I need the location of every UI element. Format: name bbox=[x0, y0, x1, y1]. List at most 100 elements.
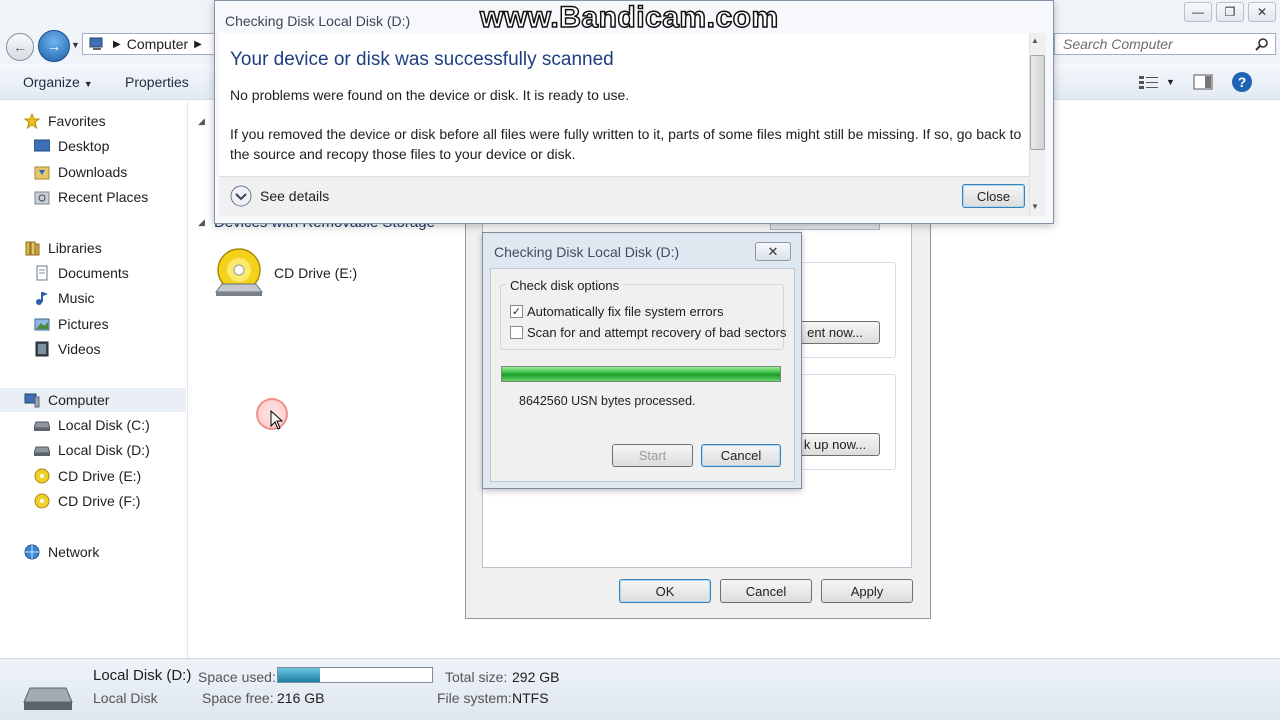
nav-recent-places[interactable]: Recent Places bbox=[0, 185, 186, 209]
recent-places-icon bbox=[34, 189, 50, 205]
cd-drive-icon bbox=[34, 468, 50, 484]
preview-pane-icon[interactable] bbox=[1193, 74, 1213, 90]
check-disk-cancel-button[interactable]: Cancel bbox=[701, 444, 781, 467]
pictures-icon bbox=[34, 316, 50, 332]
space-used-label: Space used: bbox=[198, 669, 276, 685]
star-icon bbox=[24, 113, 40, 129]
details-type: Local Disk bbox=[93, 690, 158, 706]
space-used-fill bbox=[278, 668, 320, 682]
ok-button[interactable]: OK bbox=[619, 579, 711, 603]
nav-documents[interactable]: Documents bbox=[0, 261, 186, 285]
nav-favorites[interactable]: Favorites bbox=[0, 109, 186, 133]
watermark: www.Bandicam.com bbox=[479, 0, 779, 35]
view-controls: ▼ ? bbox=[1138, 71, 1253, 93]
address-bar[interactable]: ▶ Computer ▶ bbox=[82, 33, 220, 55]
scroll-thumb[interactable] bbox=[1030, 55, 1045, 150]
check-disk-progress-bar bbox=[501, 366, 781, 382]
collapse-group-icon[interactable]: ◢ bbox=[198, 116, 205, 127]
check-disk-progress-fill bbox=[502, 367, 780, 381]
checkbox-unchecked-icon[interactable] bbox=[510, 326, 523, 339]
maximize-icon[interactable]: ❐ bbox=[1216, 2, 1244, 22]
total-size-value: 292 GB bbox=[512, 669, 560, 685]
properties-button[interactable]: Properties bbox=[125, 74, 189, 90]
forward-button[interactable]: → bbox=[38, 30, 70, 62]
search-placeholder: Search Computer bbox=[1063, 36, 1173, 52]
details-pane bbox=[0, 658, 1280, 720]
space-free-label: Space free: bbox=[202, 690, 274, 706]
window-controls: — ❐ ✕ bbox=[1184, 2, 1276, 22]
back-button[interactable]: ← bbox=[6, 33, 34, 61]
mouse-cursor-icon bbox=[270, 410, 284, 430]
libraries-icon bbox=[24, 240, 40, 256]
computer-icon bbox=[24, 392, 40, 408]
space-free-value: 216 GB bbox=[277, 690, 325, 706]
nav-local-disk-d[interactable]: Local Disk (D:) bbox=[0, 438, 186, 462]
see-details-toggle[interactable]: See details bbox=[230, 185, 329, 207]
search-icon[interactable] bbox=[1255, 37, 1269, 51]
scan-result-warning: If you removed the device or disk before… bbox=[230, 126, 1022, 162]
nav-network[interactable]: Network bbox=[0, 540, 186, 564]
nav-pictures[interactable]: Pictures bbox=[0, 312, 186, 336]
desktop-icon bbox=[34, 138, 50, 154]
apply-button[interactable]: Apply bbox=[821, 579, 913, 603]
breadcrumb-chevron-icon[interactable]: ▶ bbox=[194, 39, 202, 50]
nav-local-disk-c[interactable]: Local Disk (C:) bbox=[0, 413, 186, 437]
file-system-value: NTFS bbox=[512, 690, 549, 706]
scroll-up-icon[interactable]: ▲ bbox=[1031, 36, 1039, 45]
scan-result-footer bbox=[219, 176, 1029, 216]
nav-desktop[interactable]: Desktop bbox=[0, 134, 186, 158]
total-size-label: Total size: bbox=[445, 669, 508, 685]
auto-fix-option[interactable]: ✓ Automatically fix file system errors bbox=[510, 304, 724, 319]
minimize-icon[interactable]: — bbox=[1184, 2, 1212, 22]
nav-videos[interactable]: Videos bbox=[0, 337, 186, 361]
view-dropdown-icon[interactable]: ▼ bbox=[1166, 77, 1175, 87]
start-button[interactable]: Start bbox=[612, 444, 693, 467]
organize-button[interactable]: Organize ▼ bbox=[23, 74, 93, 90]
breadcrumb-computer[interactable]: Computer bbox=[127, 36, 188, 52]
scan-result-message: No problems were found on the device or … bbox=[230, 87, 630, 103]
downloads-folder-icon bbox=[34, 164, 50, 180]
nav-music[interactable]: Music bbox=[0, 286, 186, 310]
collapse-group-icon[interactable]: ◢ bbox=[198, 217, 205, 228]
nav-downloads[interactable]: Downloads bbox=[0, 160, 186, 184]
search-input[interactable]: Search Computer bbox=[1054, 33, 1276, 55]
nav-cd-drive-f[interactable]: CD Drive (F:) bbox=[0, 489, 186, 513]
scan-bad-sectors-option[interactable]: Scan for and attempt recovery of bad sec… bbox=[510, 325, 786, 340]
file-system-label: File system: bbox=[437, 690, 512, 706]
hard-drive-icon bbox=[34, 442, 50, 458]
close-icon[interactable]: ✕ bbox=[1248, 2, 1276, 22]
scan-result-heading: Your device or disk was successfully sca… bbox=[230, 49, 614, 70]
checkbox-checked-icon[interactable]: ✓ bbox=[510, 305, 523, 318]
space-used-bar bbox=[277, 667, 433, 683]
cd-drive-icon bbox=[215, 248, 263, 296]
check-disk-options-label: Check disk options bbox=[506, 278, 624, 293]
videos-icon bbox=[34, 341, 50, 357]
scroll-down-icon[interactable]: ▼ bbox=[1031, 202, 1039, 211]
help-icon[interactable]: ? bbox=[1231, 71, 1253, 93]
check-disk-title: Checking Disk Local Disk (D:) bbox=[494, 244, 680, 260]
close-button[interactable]: Close bbox=[962, 184, 1025, 208]
network-icon bbox=[24, 544, 40, 560]
cd-drive-icon bbox=[34, 493, 50, 509]
computer-icon bbox=[89, 37, 103, 50]
nav-cd-drive-e[interactable]: CD Drive (E:) bbox=[0, 464, 186, 488]
documents-icon bbox=[34, 265, 50, 281]
scan-result-title: Checking Disk Local Disk (D:) bbox=[225, 13, 411, 29]
view-options-icon[interactable] bbox=[1138, 74, 1160, 90]
music-icon bbox=[34, 290, 50, 306]
cd-drive-e-tile[interactable]: CD Drive (E:) bbox=[214, 248, 357, 298]
expand-chevron-icon[interactable] bbox=[230, 185, 252, 207]
details-name: Local Disk (D:) bbox=[93, 667, 192, 684]
nav-computer[interactable]: Computer bbox=[0, 388, 186, 412]
history-dropdown-icon[interactable]: ▼ bbox=[71, 40, 80, 50]
close-icon[interactable]: ✕ bbox=[755, 242, 791, 261]
check-now-button[interactable]: ent now... bbox=[790, 321, 880, 344]
hard-drive-icon bbox=[34, 417, 50, 433]
backup-now-button[interactable]: k up now... bbox=[790, 433, 880, 456]
cancel-button[interactable]: Cancel bbox=[720, 579, 812, 603]
svg-text:?: ? bbox=[1238, 74, 1247, 90]
check-disk-status: 8642560 USN bytes processed. bbox=[519, 394, 696, 408]
hard-drive-icon bbox=[23, 687, 73, 710]
breadcrumb-chevron-icon[interactable]: ▶ bbox=[113, 39, 121, 50]
nav-libraries[interactable]: Libraries bbox=[0, 236, 186, 260]
